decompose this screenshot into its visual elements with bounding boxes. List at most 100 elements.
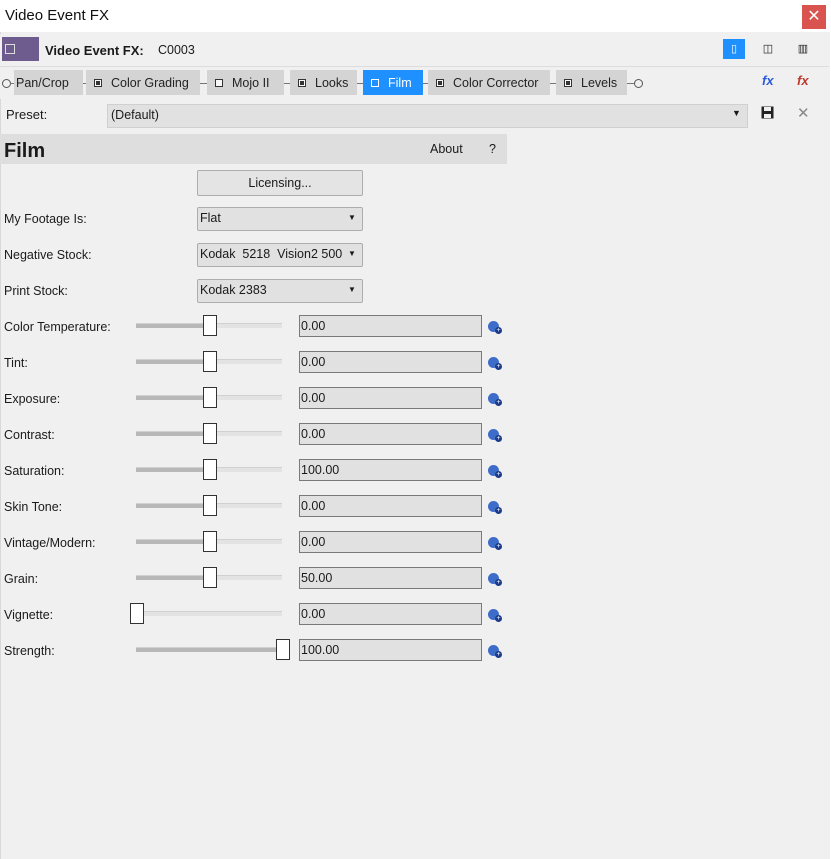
tab-label: Color Grading	[111, 75, 189, 90]
chevron-down-icon[interactable]: ▼	[348, 285, 356, 294]
grain-value: 50.00	[301, 571, 333, 585]
saturation-slider-thumb[interactable]	[203, 459, 217, 480]
single-panel-layout-icon[interactable]: ▯	[723, 39, 745, 59]
contrast-input[interactable]	[299, 423, 482, 445]
preset-dropdown[interactable]	[107, 104, 748, 128]
tab-label: Film	[388, 75, 412, 90]
animate-keyframe-icon[interactable]: +	[488, 645, 502, 659]
animate-keyframe-icon[interactable]: +	[488, 321, 502, 335]
strength-slider-fill	[136, 648, 276, 652]
skin-tone-slider-fill	[136, 504, 203, 508]
animate-keyframe-icon[interactable]: +	[488, 573, 502, 587]
chevron-down-icon[interactable]: ▼	[348, 249, 356, 258]
title-bar	[0, 0, 831, 32]
plugin-title: Film	[4, 140, 46, 162]
save-preset-icon[interactable]	[761, 106, 774, 122]
tint-slider-fill	[136, 360, 203, 364]
window-close-button[interactable]: ✕	[802, 5, 826, 29]
triple-panel-layout-icon[interactable]: ▥	[792, 39, 814, 59]
tab-label: Color Corrector	[453, 75, 539, 90]
tab-label: Levels	[581, 75, 618, 90]
exposure-input[interactable]	[299, 387, 482, 409]
strength-slider-thumb[interactable]	[276, 639, 290, 660]
tint-value: 0.00	[301, 355, 326, 369]
animate-keyframe-icon[interactable]: +	[488, 465, 502, 479]
tab-color-grading[interactable]: Color Grading	[86, 70, 200, 95]
delete-preset-icon[interactable]: ✕	[797, 104, 810, 122]
grain-slider-thumb[interactable]	[203, 567, 217, 588]
tab-color-corrector[interactable]: Color Corrector	[428, 70, 550, 95]
preset-label: Preset:	[6, 107, 48, 122]
print-stock-label: Print Stock:	[4, 284, 68, 298]
exposure-value: 0.00	[301, 391, 326, 405]
tab-film[interactable]: Film	[363, 70, 423, 95]
chevron-down-icon[interactable]: ▼	[348, 213, 356, 222]
fx-header-label: Video Event FX:	[45, 43, 144, 58]
help-link[interactable]: ?	[489, 142, 496, 156]
saturation-label: Saturation:	[4, 464, 65, 478]
saturation-slider-fill	[136, 468, 203, 472]
vintage-modern-slider-fill	[136, 540, 203, 544]
vignette-input[interactable]	[299, 603, 482, 625]
film-frame-icon	[5, 44, 15, 54]
checkbox-icon[interactable]	[94, 78, 102, 87]
tint-input[interactable]	[299, 351, 482, 373]
vintage-modern-label: Vintage/Modern:	[4, 536, 96, 550]
exposure-label: Exposure:	[4, 392, 61, 406]
checkbox-icon[interactable]	[298, 78, 306, 87]
chain-end-node-icon	[634, 79, 643, 88]
saturation-value: 100.00	[301, 463, 340, 477]
print-stock-value: Kodak 2383	[200, 283, 267, 297]
exposure-slider-thumb[interactable]	[203, 387, 217, 408]
animate-keyframe-icon[interactable]: +	[488, 393, 502, 407]
plugin-chain-fx-icon[interactable]: fx	[762, 73, 774, 88]
licensing-button[interactable]: Licensing...	[197, 170, 363, 196]
footage-dropdown[interactable]	[197, 207, 363, 231]
contrast-slider-fill	[136, 432, 203, 436]
tab-label: Pan/Crop	[16, 75, 69, 90]
strength-value: 100.00	[301, 643, 340, 657]
chevron-down-icon[interactable]: ▼	[732, 108, 741, 118]
animate-keyframe-icon[interactable]: +	[488, 357, 502, 371]
remove-fx-icon[interactable]: fx	[797, 73, 809, 88]
animate-keyframe-icon[interactable]: +	[488, 537, 502, 551]
color-temperature-input[interactable]	[299, 315, 482, 337]
tab-looks[interactable]: Looks	[290, 70, 357, 95]
checkbox-icon[interactable]	[436, 78, 444, 87]
skin-tone-slider-thumb[interactable]	[203, 495, 217, 516]
color-temperature-slider-fill	[136, 324, 203, 328]
window-title: Video Event FX	[5, 7, 109, 24]
tab-mojo-ii[interactable]: Mojo II	[207, 70, 284, 95]
checkbox-icon[interactable]	[564, 78, 572, 87]
animate-keyframe-icon[interactable]: +	[488, 501, 502, 515]
skin-tone-label: Skin Tone:	[4, 500, 63, 514]
vignette-value: 0.00	[301, 607, 326, 621]
about-link[interactable]: About	[430, 142, 463, 156]
animate-keyframe-icon[interactable]: +	[488, 609, 502, 623]
contrast-slider-thumb[interactable]	[203, 423, 217, 444]
checkbox-icon[interactable]	[215, 78, 223, 87]
vignette-label: Vignette:	[4, 608, 54, 622]
skin-tone-value: 0.00	[301, 499, 326, 513]
fx-header-value: C0003	[158, 43, 195, 57]
footage-label: My Footage Is:	[4, 212, 87, 226]
vintage-modern-input[interactable]	[299, 531, 482, 553]
tab-levels[interactable]: Levels	[556, 70, 627, 95]
grain-slider-fill	[136, 576, 203, 580]
tint-slider-thumb[interactable]	[203, 351, 217, 372]
skin-tone-input[interactable]	[299, 495, 482, 517]
vignette-slider-thumb[interactable]	[130, 603, 144, 624]
split-panel-layout-icon[interactable]: ◫	[757, 39, 779, 59]
negative-stock-value: Kodak 5218 Vision2 500	[200, 247, 343, 261]
color-temperature-slider-thumb[interactable]	[203, 315, 217, 336]
vintage-modern-slider-thumb[interactable]	[203, 531, 217, 552]
checkbox-icon[interactable]	[371, 78, 379, 87]
grain-label: Grain:	[4, 572, 39, 586]
color-temperature-value: 0.00	[301, 319, 326, 333]
preset-value: (Default)	[111, 108, 159, 122]
vintage-modern-value: 0.00	[301, 535, 326, 549]
contrast-label: Contrast:	[4, 428, 55, 442]
vignette-slider-track[interactable]	[136, 611, 282, 616]
tab-pan-crop[interactable]: Pan/Crop	[14, 70, 83, 95]
animate-keyframe-icon[interactable]: +	[488, 429, 502, 443]
